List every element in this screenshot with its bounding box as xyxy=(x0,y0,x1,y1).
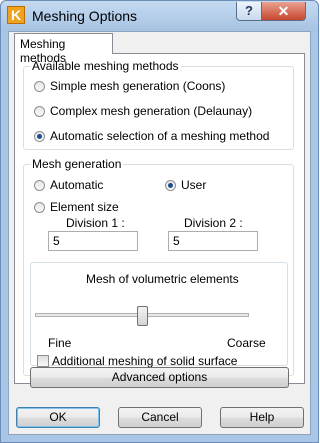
help-button[interactable]: Help xyxy=(220,407,304,428)
title-help-button[interactable]: ? xyxy=(236,2,262,21)
checkbox-box[interactable] xyxy=(37,355,49,367)
mesh-generation-legend: Mesh generation xyxy=(30,157,124,171)
radio-complex-delaunay[interactable]: Complex mesh generation (Delaunay) xyxy=(34,104,252,118)
coarse-label: Coarse xyxy=(227,336,266,350)
division2-input[interactable] xyxy=(168,231,258,251)
radio-indicator-selected[interactable] xyxy=(34,130,45,142)
radio-indicator[interactable] xyxy=(34,201,45,213)
dialog-window: K Meshing Options ? ✕ Meshing methods Av… xyxy=(0,0,319,443)
additional-meshing-checkbox[interactable]: Additional meshing of solid surface xyxy=(37,354,237,368)
radio-simple-coons[interactable]: Simple mesh generation (Coons) xyxy=(34,79,225,93)
app-logo-icon: K xyxy=(7,6,25,24)
radio-label: Automatic xyxy=(50,178,104,192)
radio-user[interactable]: User xyxy=(165,178,206,192)
radio-label: Complex mesh generation (Delaunay) xyxy=(50,104,253,118)
title-bar[interactable]: K Meshing Options ? ✕ xyxy=(1,1,318,31)
radio-label: Automatic selection of a meshing method xyxy=(50,129,270,143)
checkbox-label: Additional meshing of solid surface xyxy=(52,354,238,368)
tab-panel: Available meshing methods Simple mesh ge… xyxy=(14,53,305,384)
tab-meshing-methods[interactable]: Meshing methods xyxy=(14,33,113,65)
division1-input[interactable] xyxy=(48,231,138,251)
radio-automatic[interactable]: Automatic xyxy=(34,178,103,192)
fine-label: Fine xyxy=(48,336,72,350)
radio-indicator[interactable] xyxy=(34,80,45,92)
radio-label: User xyxy=(181,178,207,192)
radio-label: Simple mesh generation (Coons) xyxy=(50,79,226,93)
radio-indicator[interactable] xyxy=(34,179,45,191)
radio-label: Element size xyxy=(50,200,119,214)
window-title: Meshing Options xyxy=(32,8,138,24)
radio-automatic-selection[interactable]: Automatic selection of a meshing method xyxy=(34,129,269,143)
radio-indicator-selected[interactable] xyxy=(165,179,176,191)
dialog-body: Meshing methods Available meshing method… xyxy=(8,31,311,435)
division1-label: Division 1 : xyxy=(66,216,125,230)
ok-button[interactable]: OK xyxy=(16,407,100,428)
radio-element-size[interactable]: Element size xyxy=(34,200,119,214)
title-close-button[interactable]: ✕ xyxy=(261,2,306,21)
volumetric-title: Mesh of volumetric elements xyxy=(86,272,239,286)
division2-label: Division 2 : xyxy=(184,216,243,230)
volumetric-slider-thumb[interactable] xyxy=(136,306,148,326)
radio-indicator[interactable] xyxy=(34,105,45,117)
cancel-button[interactable]: Cancel xyxy=(118,407,202,428)
advanced-options-button[interactable]: Advanced options xyxy=(30,367,289,388)
